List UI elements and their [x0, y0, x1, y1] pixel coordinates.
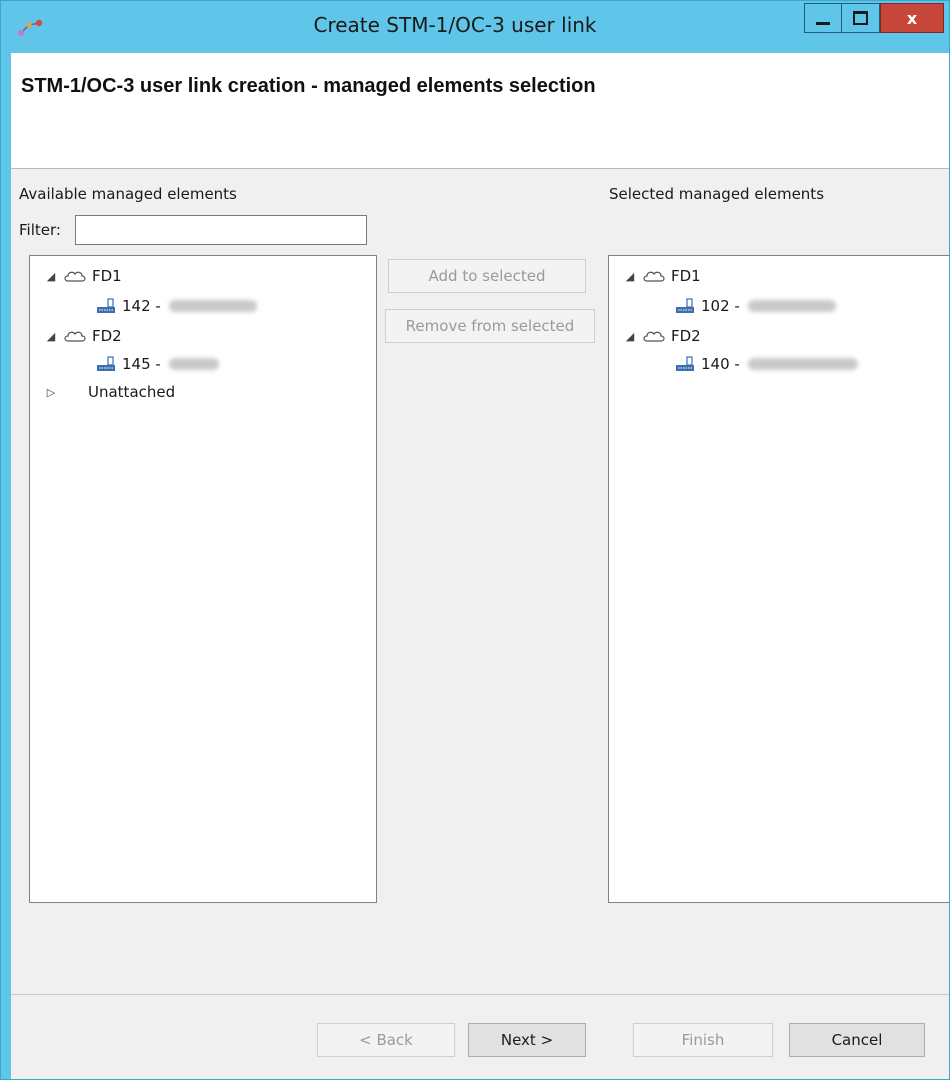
obscured-text: [168, 358, 219, 370]
obscured-text: [168, 300, 257, 312]
footer-divider: [11, 994, 949, 995]
cloud-icon: [643, 271, 665, 282]
tree-node-fd2[interactable]: ◢ FD2: [44, 324, 122, 348]
back-button[interactable]: < Back: [317, 1023, 455, 1057]
tree-node-fd1[interactable]: ◢ FD1: [623, 264, 701, 288]
tree-node-label: FD1: [671, 267, 701, 285]
selected-elements-tree[interactable]: ◢ FD1 102 - ◢ FD2 140 -: [608, 255, 949, 903]
maximize-button[interactable]: [842, 3, 880, 33]
network-element-icon: [676, 298, 694, 313]
minimize-icon: [816, 21, 830, 25]
maximize-icon: [853, 11, 868, 25]
cloud-icon: [64, 271, 86, 282]
minimize-button[interactable]: [804, 3, 842, 33]
tree-node-ne-140[interactable]: 140 -: [675, 352, 858, 376]
collapse-arrow-icon[interactable]: ◢: [44, 330, 58, 343]
tree-node-ne-102[interactable]: 102 -: [675, 294, 836, 318]
page-title: STM-1/OC-3 user link creation - managed …: [21, 75, 596, 97]
tree-node-label: FD1: [92, 267, 122, 285]
tree-node-fd2[interactable]: ◢ FD2: [623, 324, 701, 348]
available-elements-tree[interactable]: ◢ FD1 142 - ◢ FD2 145 - ▷ Unattached: [29, 255, 377, 903]
expand-arrow-icon[interactable]: ▷: [44, 386, 58, 399]
network-element-icon: [676, 356, 694, 371]
remove-from-selected-button[interactable]: Remove from selected: [385, 309, 595, 343]
wizard-content: Available managed elements Filter: Selec…: [11, 169, 949, 1079]
network-element-icon: [97, 298, 115, 313]
tree-node-label: 140 -: [701, 355, 740, 373]
network-element-icon: [97, 356, 115, 371]
next-button[interactable]: Next >: [468, 1023, 586, 1057]
tree-node-label: FD2: [92, 327, 122, 345]
close-icon: x: [906, 8, 918, 28]
tree-node-label: Unattached: [88, 383, 176, 401]
wizard-header: STM-1/OC-3 user link creation - managed …: [11, 53, 949, 169]
tree-node-ne-142[interactable]: 142 -: [96, 294, 257, 318]
tree-node-label: 142 -: [122, 297, 161, 315]
tree-node-label: 145 -: [122, 355, 161, 373]
filter-label: Filter:: [19, 221, 61, 239]
finish-button[interactable]: Finish: [633, 1023, 773, 1057]
tree-node-fd1[interactable]: ◢ FD1: [44, 264, 122, 288]
obscured-text: [747, 300, 836, 312]
tree-node-label: FD2: [671, 327, 701, 345]
dialog-window: Create STM-1/OC-3 user link x STM-1/OC-3…: [0, 0, 950, 1080]
close-button[interactable]: x: [880, 3, 944, 33]
cancel-button[interactable]: Cancel: [789, 1023, 925, 1057]
collapse-arrow-icon[interactable]: ◢: [44, 270, 58, 283]
cloud-icon: [64, 331, 86, 342]
add-to-selected-button[interactable]: Add to selected: [388, 259, 586, 293]
collapse-arrow-icon[interactable]: ◢: [623, 270, 637, 283]
available-elements-label: Available managed elements: [19, 185, 237, 203]
title-bar[interactable]: Create STM-1/OC-3 user link x: [1, 1, 949, 53]
filter-input[interactable]: [75, 215, 367, 245]
selected-elements-label: Selected managed elements: [609, 185, 825, 203]
tree-node-label: 102 -: [701, 297, 740, 315]
collapse-arrow-icon[interactable]: ◢: [623, 330, 637, 343]
tree-node-unattached[interactable]: ▷ Unattached: [44, 380, 175, 404]
tree-node-ne-145[interactable]: 145 -: [96, 352, 219, 376]
obscured-text: [747, 358, 858, 370]
cloud-icon: [643, 331, 665, 342]
